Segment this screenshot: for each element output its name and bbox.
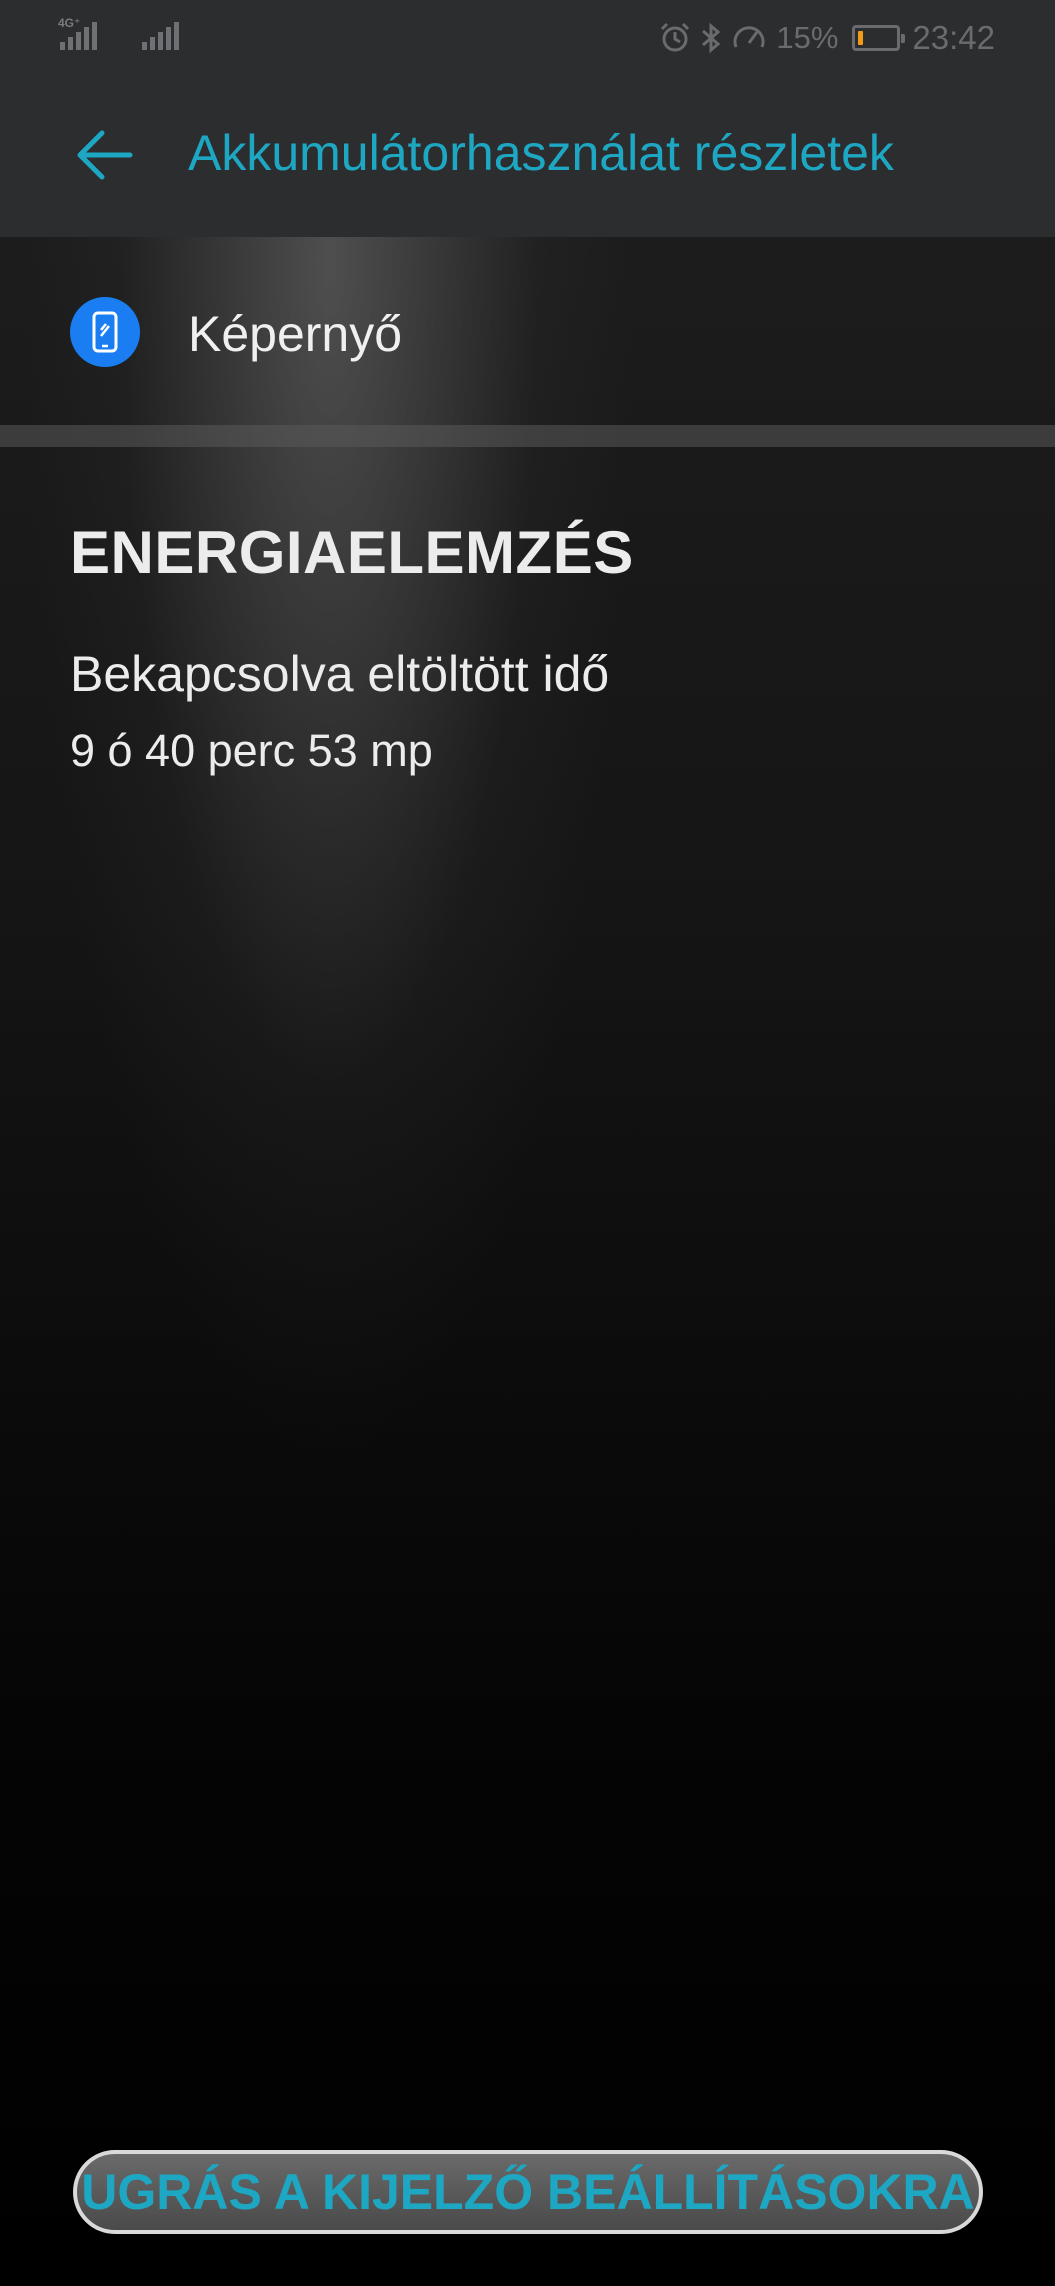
section-divider <box>0 425 1055 447</box>
clock: 23:42 <box>912 19 995 56</box>
on-time-label: Bekapcsolva eltöltött idő <box>70 646 610 702</box>
signal-icon <box>60 22 97 50</box>
alarm-icon <box>661 22 690 52</box>
battery-percent: 15% <box>776 20 839 55</box>
arrow-left-icon <box>77 130 133 180</box>
item-label: Képernyő <box>188 306 403 362</box>
battery-fill <box>858 31 864 45</box>
signal-icon <box>142 22 179 50</box>
battery-icon <box>852 25 906 51</box>
bluetooth-icon <box>702 22 721 54</box>
app-bar: Akkumulátorhasználat részletek <box>0 76 1055 237</box>
display-settings-button[interactable]: UGRÁS A KIJELZŐ BEÁLLÍTÁSOKRA <box>73 2150 983 2234</box>
page-title: Akkumulátorhasználat részletek <box>188 125 894 181</box>
screen-usage-item: Képernyő <box>0 237 1055 425</box>
status-icons: 15% 23:42 <box>658 18 995 58</box>
back-button[interactable] <box>70 120 140 190</box>
screen: 4G⁺ 15% 23:42 Akkumulátorhasználat részl… <box>0 0 1055 2286</box>
section-title: ENERGIAELEMZÉS <box>70 519 634 586</box>
data-saver-icon <box>733 26 765 48</box>
phone-screen-icon <box>70 297 140 367</box>
on-time-value: 9 ó 40 perc 53 mp <box>70 725 433 776</box>
status-bar: 4G⁺ 15% 23:42 <box>0 0 1055 76</box>
